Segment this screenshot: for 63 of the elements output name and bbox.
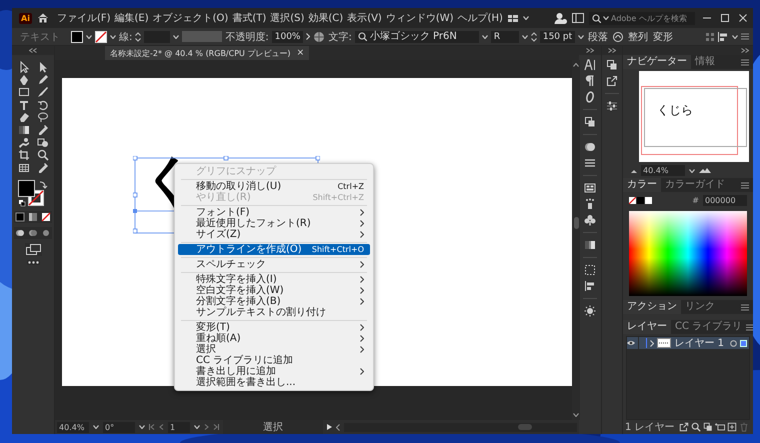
current-tool-label: 選択 <box>223 420 323 434</box>
menu-item[interactable]: 選択 <box>178 344 370 355</box>
menu-item[interactable]: 選択範囲を書き出し... <box>178 377 370 388</box>
tool-name-label: テキスト <box>20 30 60 44</box>
panel-tab[interactable]: レイヤー <box>623 320 671 334</box>
menu-item[interactable]: 分割文字を挿入(B) <box>178 296 370 307</box>
font-field[interactable]: 小塚ゴシック Pr6N <box>354 30 479 42</box>
menu-item[interactable]: 編集(E) <box>114 11 149 25</box>
menu-item[interactable]: アウトラインを作成(O) Shift+Ctrl+O <box>178 244 370 255</box>
menu-item[interactable]: 選択(S) <box>270 11 304 25</box>
menu-item[interactable]: サイズ(Z) <box>178 229 370 240</box>
menu-item: やり直し(R) Shift+Ctrl+Z <box>195 192 365 203</box>
layer-name: レイヤー 1 <box>674 337 724 350</box>
layer-count: 1 レイヤー <box>625 421 675 434</box>
menu-item[interactable]: フォント(F) <box>178 207 370 218</box>
hex-field[interactable]: 000000 <box>703 195 747 206</box>
panel-tab[interactable]: 情報 <box>691 55 719 69</box>
menu-item[interactable]: 最近使用したフォント(R) <box>178 218 370 229</box>
opacity-field[interactable]: 100% <box>272 30 304 42</box>
menu-item[interactable]: 空白文字を挿入(W) <box>178 285 370 296</box>
menu-item[interactable]: 表示(V) <box>347 11 382 25</box>
menu-item[interactable]: ファイル(F) <box>56 11 110 25</box>
font-label: 文字: <box>328 30 352 44</box>
menu-item[interactable]: CC ライブラリに追加 <box>178 355 370 366</box>
menu-item[interactable]: オブジェクト(O) <box>152 11 228 25</box>
menu-item[interactable]: ウィンドウ(W) <box>386 11 454 25</box>
menu-item: グリフにスナップ <box>195 166 278 177</box>
menu-item[interactable]: 重ね順(A) <box>178 333 370 344</box>
document-tab[interactable]: 名称未設定-2* @ 40.4 % (RGB/CPU プレビュー) × <box>105 46 310 60</box>
menu-item[interactable]: 書式(T) <box>232 11 266 25</box>
panel-tab[interactable]: ナビゲーター <box>623 55 691 69</box>
toolbar-button[interactable]: 段落 <box>587 30 610 44</box>
menu-item[interactable]: 書き出し用に追加 <box>178 366 370 377</box>
font-name: 小塚ゴシック Pr6N <box>370 30 457 42</box>
zoom-field[interactable]: 40.4% <box>57 422 89 432</box>
menu-item[interactable]: 特殊文字を挿入(I) <box>178 274 370 285</box>
menu-item[interactable]: サンプルテキストの割り付け <box>178 307 370 318</box>
layer-row[interactable]: レイヤー 1 <box>627 337 749 349</box>
navigator-zoom-field[interactable]: 40.4% <box>641 165 685 176</box>
panel-tab[interactable]: CC ライブラリ <box>671 320 746 334</box>
tab-close-button[interactable]: × <box>296 48 304 58</box>
panel-tab[interactable]: カラーガイド <box>661 178 729 192</box>
menu-item[interactable]: 変形(T) <box>178 322 370 333</box>
preview-text: くじら <box>657 102 693 119</box>
font-style-field[interactable]: R <box>490 30 519 42</box>
document-title: 名称未設定-2* @ 40.4 % (RGB/CPU プレビュー) <box>110 48 291 58</box>
artboard-field[interactable]: 1 <box>168 422 190 432</box>
panel-tab[interactable]: カラー <box>623 178 661 192</box>
rotation-field[interactable]: 0° <box>103 422 135 432</box>
menu-item[interactable]: 効果(C) <box>308 11 344 25</box>
panel-tab[interactable]: リンク <box>681 300 719 314</box>
stroke-label: 線: <box>119 30 132 44</box>
menu-item[interactable]: ヘルプ(H) <box>458 11 503 25</box>
app-logo: Ai <box>19 12 32 24</box>
font-size-field[interactable]: 150 pt <box>540 30 576 42</box>
toolbar-button[interactable]: 整列 <box>627 30 650 44</box>
toolbar-button[interactable]: 変形 <box>652 30 674 44</box>
opacity-label: 不透明度: <box>225 30 269 44</box>
menu-item[interactable]: スペルチェック <box>178 259 370 270</box>
hex-label: # <box>692 196 699 205</box>
menu-item[interactable]: 移動の取り消し(U) Ctrl+Z <box>178 181 370 192</box>
panel-tab[interactable]: アクション <box>623 300 681 314</box>
search-field[interactable]: Adobe ヘルプを検索 <box>589 12 695 24</box>
